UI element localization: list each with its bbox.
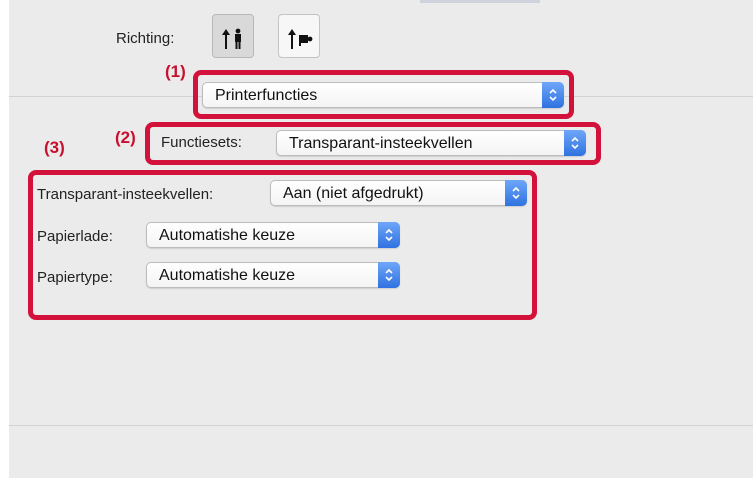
annotation-1: (1) <box>165 62 186 81</box>
feature-sets-label: Functiesets: <box>161 134 242 151</box>
transparency-value: Aan (niet afgedrukt) <box>283 185 424 202</box>
section-menu-popup[interactable]: Printerfuncties <box>202 82 564 108</box>
transparency-stepper[interactable] <box>505 180 527 206</box>
portrait-icon <box>222 28 241 49</box>
paper-tray-popup[interactable]: Automatishe keuze <box>146 222 400 248</box>
paper-tray-value: Automatishe keuze <box>159 227 296 244</box>
annotation-3: (3) <box>44 138 65 157</box>
feature-sets-value: Transparant-insteekvellen <box>289 135 473 152</box>
section-menu-value: Printerfuncties <box>215 87 318 104</box>
separator-bottom <box>9 425 753 426</box>
up-down-chevron-icon <box>549 88 557 102</box>
up-down-chevron-icon <box>385 228 393 242</box>
feature-sets-stepper[interactable] <box>564 130 586 156</box>
landscape-icon <box>288 29 313 49</box>
orientation-portrait-button[interactable] <box>212 14 254 58</box>
paper-type-stepper[interactable] <box>378 262 400 288</box>
orientation-label: Richting: <box>116 30 175 47</box>
transparency-label: Transparant-insteekvellen: <box>37 186 214 203</box>
up-down-chevron-icon <box>385 268 393 282</box>
paper-type-popup[interactable]: Automatishe keuze <box>146 262 400 288</box>
paper-tray-stepper[interactable] <box>378 222 400 248</box>
orientation-landscape-button[interactable] <box>278 14 320 58</box>
annotation-2: (2) <box>115 128 136 147</box>
feature-sets-popup[interactable]: Transparant-insteekvellen <box>276 130 586 156</box>
paper-type-label: Papiertype: <box>37 269 113 286</box>
up-down-chevron-icon <box>512 186 520 200</box>
top-edge-strip <box>420 0 540 3</box>
transparency-popup[interactable]: Aan (niet afgedrukt) <box>270 180 527 206</box>
paper-type-value: Automatishe keuze <box>159 267 296 284</box>
paper-tray-label: Papierlade: <box>37 228 113 245</box>
section-menu-stepper[interactable] <box>542 82 564 108</box>
up-down-chevron-icon <box>571 136 579 150</box>
